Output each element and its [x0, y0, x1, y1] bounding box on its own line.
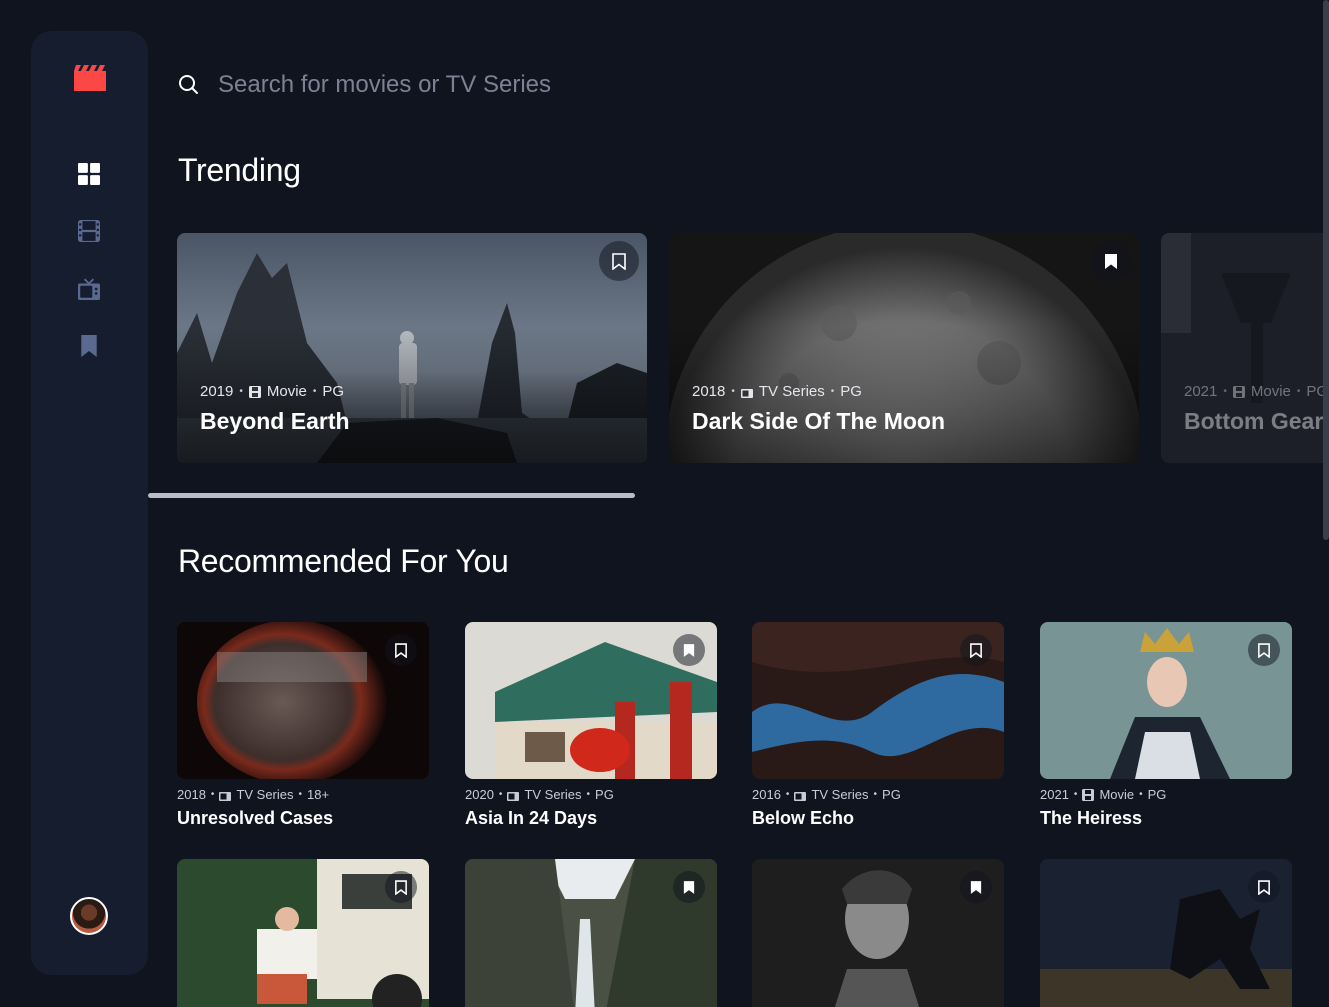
bookmark-button[interactable]: [385, 634, 417, 666]
trending-card[interactable]: 2021 • Movie • PG Bottom Gear: [1161, 233, 1329, 463]
bookmark-empty-icon: [395, 642, 407, 658]
bookmark-filled-icon: [970, 880, 982, 894]
bookmark-empty-icon: [1258, 879, 1270, 895]
bookmark-filled-icon: [683, 880, 695, 894]
card-rating: PG: [595, 787, 614, 802]
recommended-card[interactable]: 2020 • TV Series • PG Asia In 24 Days: [465, 622, 717, 829]
carousel-scrollbar[interactable]: [148, 493, 635, 498]
trending-card[interactable]: 2018 • TV Series • PG Dark Side Of The M…: [669, 233, 1139, 463]
card-title: Below Echo: [752, 808, 855, 828]
recommended-card[interactable]: [177, 859, 429, 1007]
card-category: TV Series: [236, 787, 294, 802]
card-meta: 2018 • TV Series • PG: [692, 383, 862, 400]
card-meta: 2021 • Movie • PG: [1040, 787, 1167, 802]
card-category: Movie: [266, 383, 307, 400]
search-icon: [179, 75, 198, 94]
film-icon[interactable]: [78, 220, 100, 242]
card-meta: 2021 • Movie • PG: [1184, 383, 1329, 400]
card-category: TV Series: [524, 787, 582, 802]
card-category: TV Series: [811, 787, 869, 802]
recommended-card[interactable]: 2018 • TV Series • 18+ Unresolved Cases: [177, 622, 429, 829]
card-title: The Heiress: [1040, 808, 1143, 828]
card-year: 2021: [1040, 787, 1069, 802]
tv-icon: [740, 388, 753, 398]
section-title-recommended: Recommended For You: [178, 543, 509, 579]
bookmark-button[interactable]: [960, 634, 992, 666]
card-title: Unresolved Cases: [177, 808, 334, 828]
card-rating: 18+: [307, 787, 330, 802]
app-logo-icon[interactable]: [74, 65, 106, 91]
card-rating: PG: [1147, 787, 1167, 802]
bookmark-button[interactable]: [385, 871, 417, 903]
card-meta: 2016 • TV Series • PG: [752, 787, 901, 802]
card-meta: 2018 • TV Series • 18+: [177, 787, 330, 802]
card-title: Bottom Gear: [1184, 408, 1324, 434]
bookmark-button[interactable]: [673, 634, 705, 666]
bookmark-filled-icon: [683, 643, 695, 657]
page-scrollbar[interactable]: [1323, 0, 1329, 540]
grid-icon[interactable]: [78, 163, 100, 185]
card-meta: 2020 • TV Series • PG: [465, 787, 614, 802]
tv-icon: [507, 791, 520, 801]
bookmark-empty-icon: [612, 252, 626, 270]
bookmark-filled-icon: [1105, 253, 1117, 269]
bookmark-button[interactable]: [1248, 634, 1280, 666]
section-title-trending: Trending: [178, 152, 301, 188]
card-rating: PG: [882, 787, 901, 802]
card-thumbnail: [177, 859, 429, 1007]
card-year: 2018: [177, 787, 206, 802]
card-thumbnail: [752, 622, 1004, 779]
recommended-card[interactable]: [465, 859, 717, 1007]
card-thumbnail: [752, 859, 1004, 1007]
card-category: TV Series: [758, 383, 825, 400]
bookmark-empty-icon: [970, 642, 982, 658]
sidebar: [31, 31, 148, 975]
card-rating: PG: [840, 383, 862, 400]
trending-card[interactable]: 2019 • Movie • PG Beyond Earth: [177, 233, 647, 463]
recommended-card[interactable]: 2021 • Movie • PG The Heiress: [1040, 622, 1292, 829]
card-year: 2016: [752, 787, 781, 802]
bookmark-empty-icon: [395, 879, 407, 895]
bookmark-button[interactable]: [1248, 871, 1280, 903]
search-input[interactable]: [218, 66, 1018, 104]
tv-icon: [219, 791, 232, 801]
bookmark-button[interactable]: [1091, 241, 1131, 281]
card-meta: 2019 • Movie • PG: [200, 383, 345, 400]
bookmark-button[interactable]: [960, 871, 992, 903]
card-title: Beyond Earth: [200, 408, 350, 434]
card-category: Movie: [1250, 383, 1291, 400]
card-thumbnail: [465, 859, 717, 1007]
film-icon: [1232, 385, 1245, 398]
trending-carousel[interactable]: 2019 • Movie • PG Beyond Earth 2018 • TV…: [177, 233, 1329, 463]
card-thumbnail: [1040, 859, 1292, 1007]
card-year: 2019: [200, 383, 234, 400]
card-title: Dark Side Of The Moon: [692, 408, 946, 434]
recommended-card[interactable]: [752, 859, 1004, 1007]
card-thumbnail: [177, 622, 429, 779]
bookmark-button[interactable]: [599, 241, 639, 281]
card-year: 2020: [465, 787, 494, 802]
card-title: Asia In 24 Days: [465, 808, 598, 828]
film-icon: [248, 385, 261, 398]
bookmark-empty-icon: [1258, 642, 1270, 658]
search-bar: [178, 66, 1278, 106]
card-thumbnail: [1040, 622, 1292, 779]
bookmark-button[interactable]: [673, 871, 705, 903]
card-year: 2018: [692, 383, 726, 400]
card-thumbnail: [465, 622, 717, 779]
bookmark-icon[interactable]: [78, 335, 100, 357]
card-category: Movie: [1099, 787, 1135, 802]
tv-icon[interactable]: [78, 278, 100, 300]
tv-icon: [794, 791, 807, 801]
recommended-card[interactable]: 2016 • TV Series • PG Below Echo: [752, 622, 1004, 829]
card-rating: PG: [322, 383, 345, 400]
avatar[interactable]: [70, 897, 108, 935]
recommended-card[interactable]: [1040, 859, 1292, 1007]
film-icon: [1082, 788, 1095, 801]
card-year: 2021: [1184, 383, 1218, 400]
